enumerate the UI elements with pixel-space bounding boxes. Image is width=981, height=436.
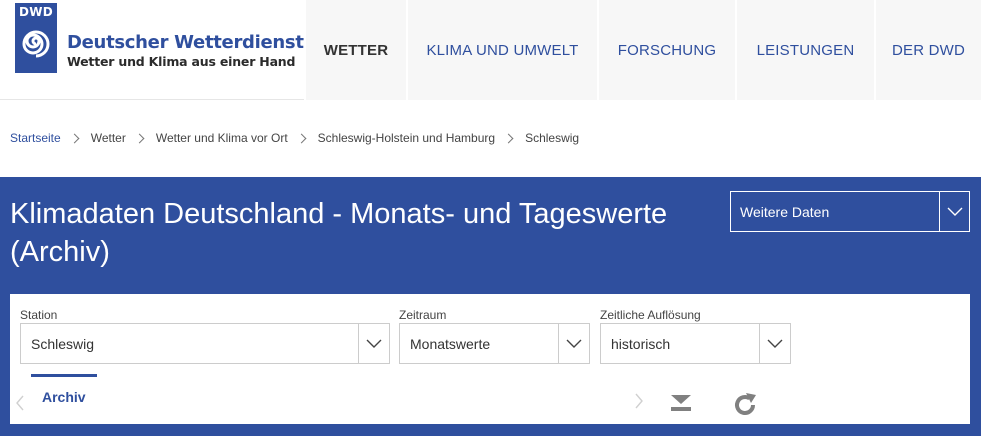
station-select[interactable]: Schleswig [20, 323, 390, 364]
page-title: Klimadaten Deutschland - Monats- und Tag… [10, 198, 668, 268]
tab-archiv[interactable]: Archiv [31, 374, 97, 405]
zeitraum-select[interactable]: Monatswerte [399, 323, 590, 364]
site-header: DWD Deutscher Wetterdienst Wetter und Kl… [0, 0, 981, 100]
tab-archiv-label: Archiv [42, 389, 86, 405]
breadcrumb-separator-icon [503, 133, 514, 143]
logo-subtitle: Wetter und Klima aus einer Hand [67, 54, 296, 69]
breadcrumb-separator-icon [134, 133, 145, 143]
nav-item-leistungen[interactable]: LEISTUNGEN [735, 0, 874, 100]
refresh-icon[interactable] [732, 392, 758, 423]
breadcrumb: Startseite Wetter Wetter und Klima vor O… [10, 131, 579, 145]
page-banner: Klimadaten Deutschland - Monats- und Tag… [0, 177, 981, 436]
nav-item-forschung[interactable]: FORSCHUNG [597, 0, 735, 100]
tab-prev-chevron-icon[interactable] [15, 395, 25, 416]
zeitraum-field: Zeitraum Monatswerte [399, 308, 590, 364]
dwd-logo[interactable]: DWD Deutscher Wetterdienst Wetter und Kl… [15, 3, 305, 75]
more-data-dropdown[interactable]: Weitere Daten [730, 191, 970, 232]
breadcrumb-item-schleswig: Schleswig [525, 131, 580, 145]
zeitraum-value: Monatswerte [410, 335, 491, 352]
filter-panel: Station Schleswig Zeitraum Monatswerte Z… [10, 294, 970, 424]
chevron-down-icon [759, 324, 790, 363]
chevron-down-icon [558, 324, 589, 363]
breadcrumb-separator-icon [296, 133, 307, 143]
download-icon[interactable] [670, 392, 692, 419]
breadcrumb-separator-icon [69, 133, 80, 143]
aufloesung-label: Zeitliche Auflösung [600, 308, 701, 322]
chevron-down-icon [358, 324, 389, 363]
logo-abbr: DWD [18, 5, 54, 19]
breadcrumb-item-schleswig-holstein-und-hamburg[interactable]: Schleswig-Holstein und Hamburg [318, 131, 495, 145]
breadcrumb-item-wetter[interactable]: Wetter [91, 131, 126, 145]
main-nav: WETTER KLIMA UND UMWELT FORSCHUNG LEISTU… [304, 0, 981, 100]
breadcrumb-item-startseite[interactable]: Startseite [10, 131, 61, 145]
more-data-label: Weitere Daten [740, 203, 830, 220]
nav-item-der-dwd[interactable]: DER DWD [874, 0, 981, 100]
nav-item-klima-und-umwelt[interactable]: KLIMA UND UMWELT [406, 0, 597, 100]
logo-text: Deutscher Wetterdienst Wetter und Klima … [67, 33, 304, 71]
aufloesung-select[interactable]: historisch [600, 323, 791, 364]
aufloesung-field: Zeitliche Auflösung historisch [600, 308, 791, 364]
spiral-icon [22, 30, 50, 58]
chevron-down-icon [939, 192, 969, 231]
tab-next-chevron-icon[interactable] [634, 393, 644, 414]
station-label: Station [20, 308, 58, 322]
aufloesung-value: historisch [611, 335, 671, 352]
breadcrumb-item-wetter-und-klima-vor-ort[interactable]: Wetter und Klima vor Ort [156, 131, 288, 145]
nav-item-wetter[interactable]: WETTER [304, 0, 406, 100]
zeitraum-label: Zeitraum [399, 308, 447, 322]
logo-title: Deutscher Wetterdienst [67, 32, 304, 53]
station-field: Station Schleswig [20, 308, 390, 364]
station-value: Schleswig [31, 335, 95, 352]
logo-mark: DWD [15, 3, 57, 73]
